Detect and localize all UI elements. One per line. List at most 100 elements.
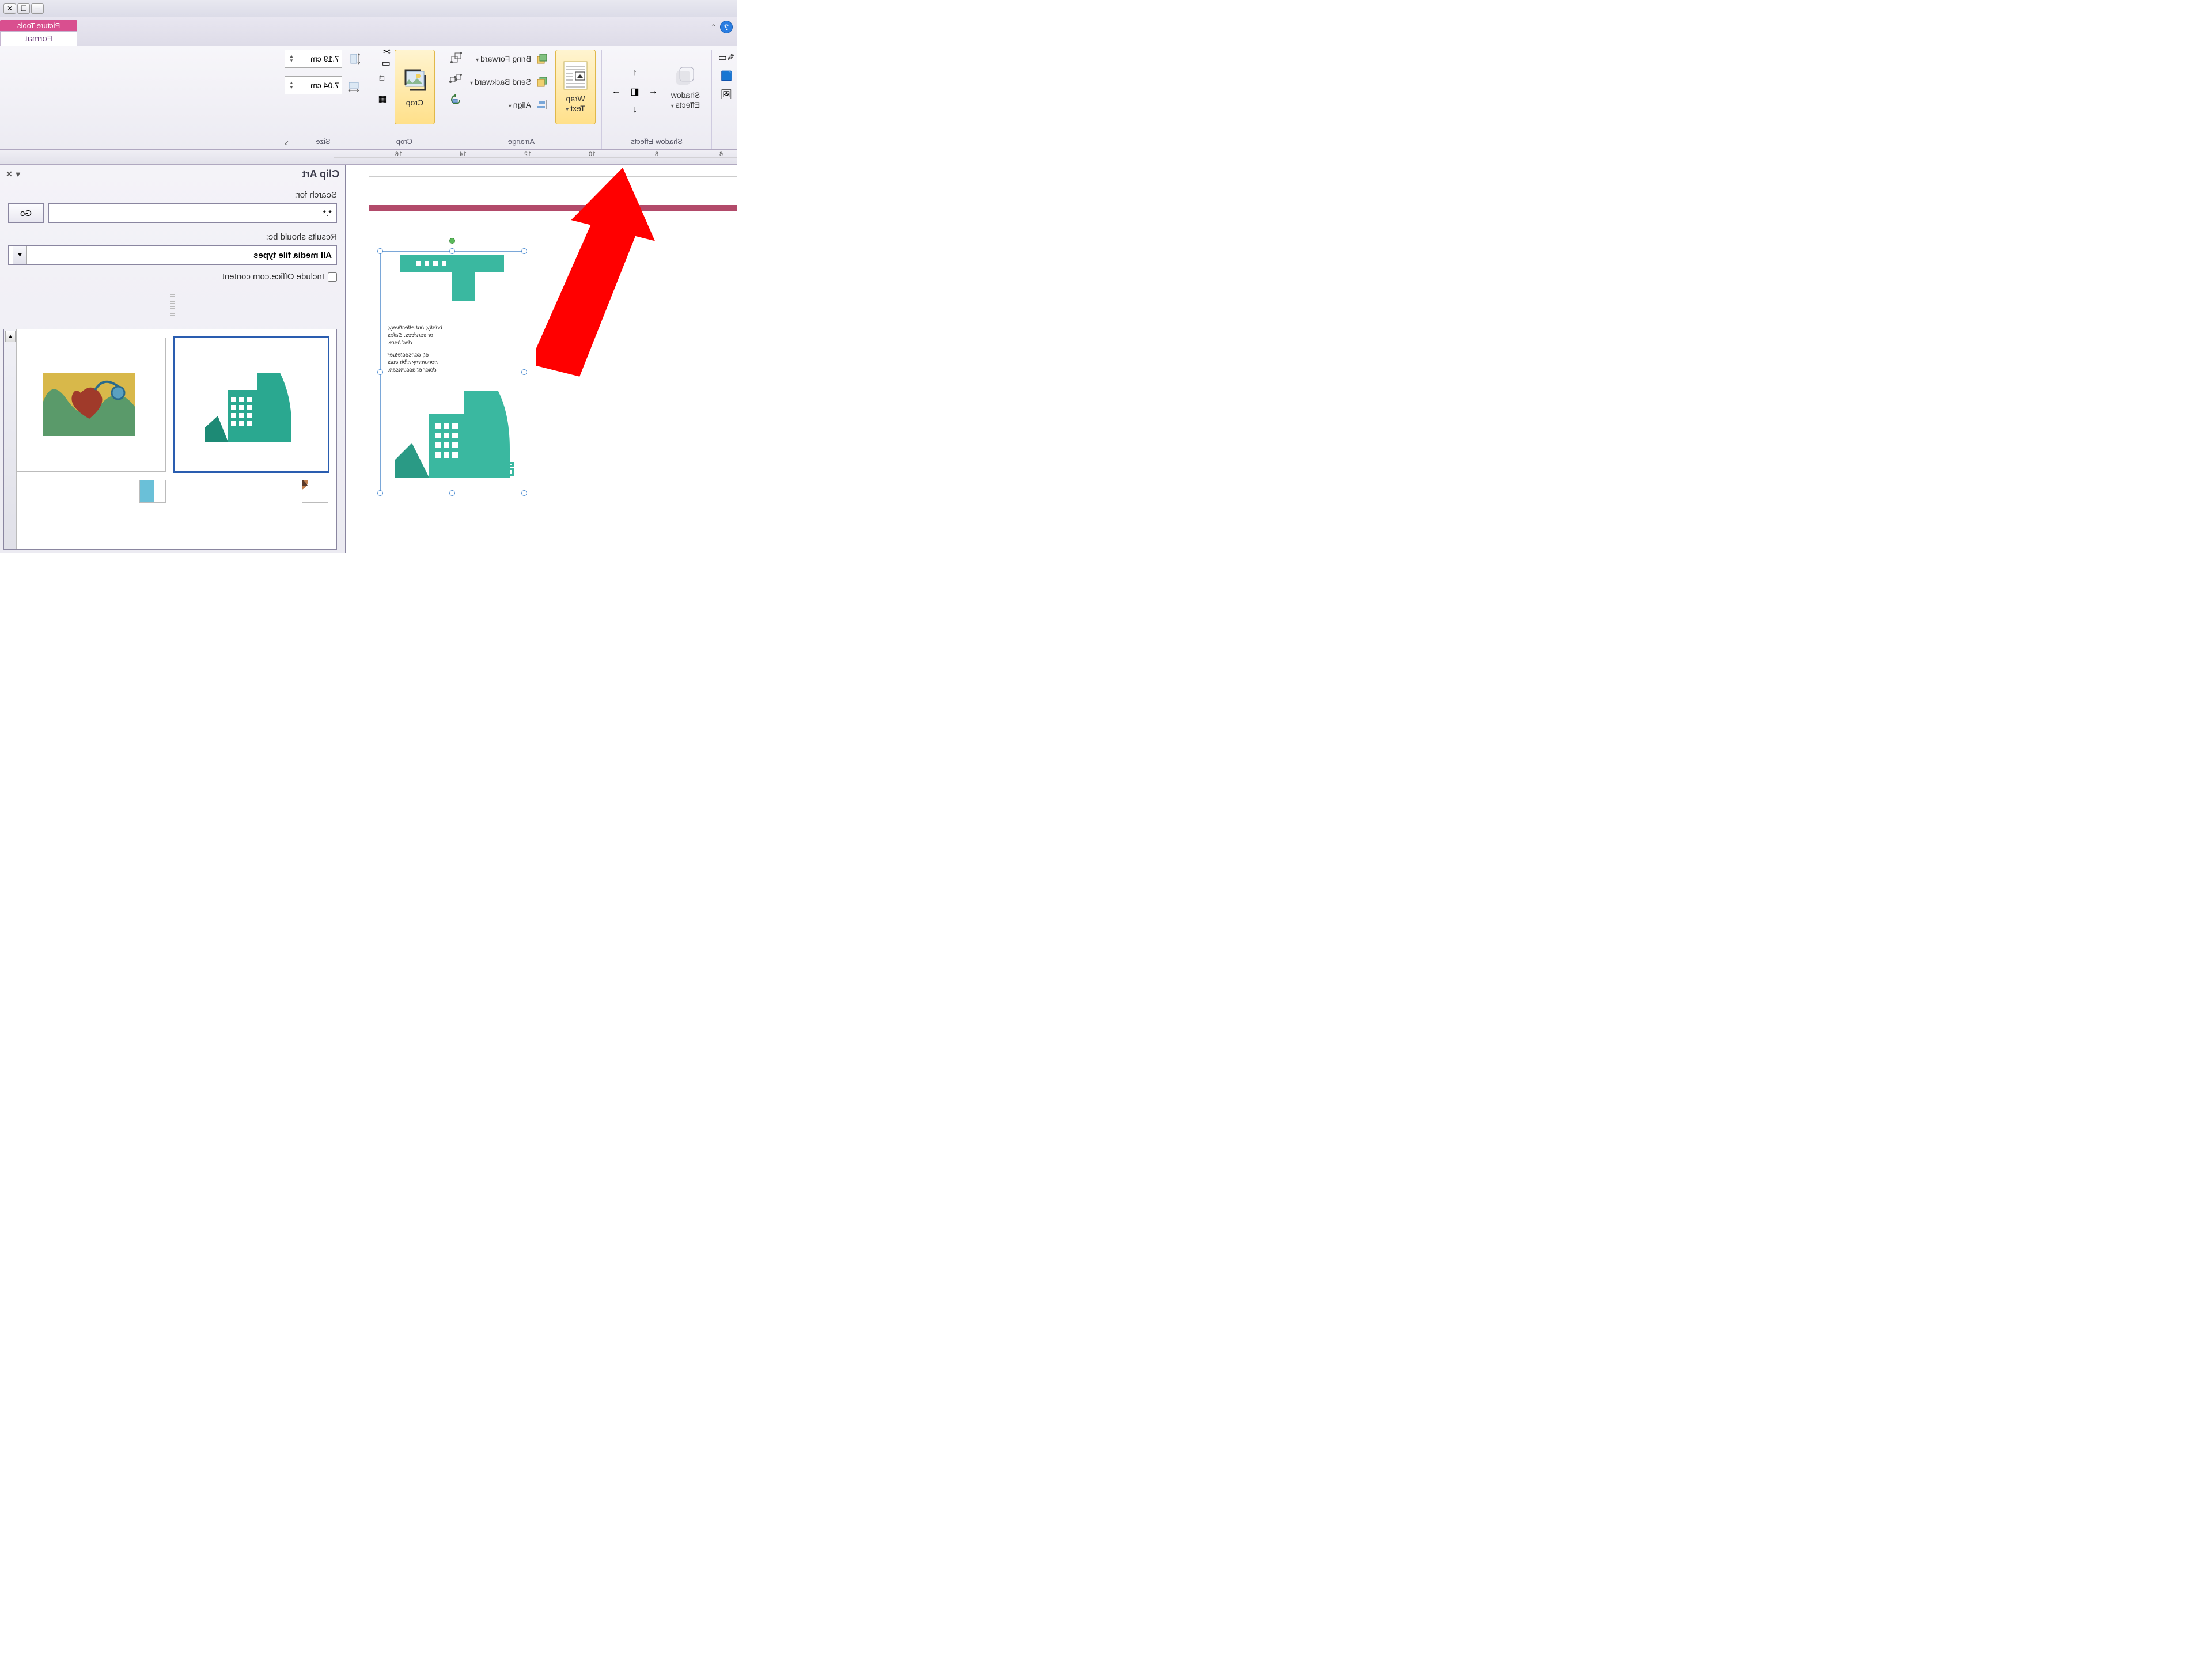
ribbon-group-crop: Crop ✂▭ ⧉ ▦ Crop [368, 50, 441, 149]
scroll-up-button[interactable]: ▲ [5, 331, 16, 342]
bring-forward-icon [533, 52, 550, 66]
ribbon-group-label: Size [285, 135, 362, 147]
shadow-nudge-right-button[interactable]: → [608, 84, 625, 100]
shadow-center-icon: ◧ [630, 86, 639, 97]
group-icon [449, 52, 462, 63]
page-accent-bar [369, 205, 737, 211]
crop-label: Crop [406, 98, 423, 108]
width-input[interactable]: 7.04 cm▲▼ [285, 76, 342, 94]
align-label: Align [509, 100, 531, 109]
height-icon [346, 52, 362, 66]
include-office-checkbox[interactable]: Include Office.com content [8, 272, 337, 282]
document-canvas[interactable]: briefly, but effectively, or services. S… [346, 165, 737, 553]
include-office-label: Include Office.com content [222, 272, 324, 282]
window-minimize-button[interactable]: ─ [31, 3, 44, 14]
clip-art-item[interactable] [302, 480, 328, 503]
clip-art-item[interactable] [140, 480, 166, 503]
brochure-text: briefly, but effectively, or services. S… [384, 324, 442, 374]
person-icon [302, 480, 328, 503]
align-icon [533, 98, 550, 112]
send-backward-label: Send Backward [470, 77, 531, 86]
results-should-be-label: Results should be: [8, 232, 337, 242]
taskpane-menu-icon[interactable]: ▾ [16, 169, 20, 179]
bring-forward-button[interactable]: Bring Forward [468, 50, 552, 68]
ribbon-group-arrange: Wrap Text Bring Forward Send Backward Al… [441, 50, 601, 149]
ungroup-button[interactable] [447, 70, 464, 86]
context-tab-group-title: Picture Tools [0, 20, 77, 31]
spin-down-icon[interactable]: ▼ [287, 59, 296, 63]
crop-button[interactable]: Crop [395, 50, 435, 124]
picture-reset-button[interactable]: 🖼 [718, 86, 735, 103]
rotate-handle[interactable] [449, 238, 455, 244]
help-icon[interactable]: ? [720, 21, 733, 33]
shadow-nudge-down-button[interactable]: ↓ [626, 102, 643, 118]
group-button[interactable] [447, 50, 464, 66]
clip-art-item[interactable] [12, 338, 166, 472]
arrow-right-icon: → [612, 86, 621, 97]
wrap-text-icon [563, 60, 588, 90]
window-titlebar: ─ ❐ ✕ [0, 0, 737, 17]
palette-icon: 🟦 [721, 70, 732, 82]
arrow-down-icon: ↓ [632, 105, 637, 115]
dialog-launcher-icon[interactable]: ↘ [281, 139, 289, 147]
ribbon-group-label: Arrange [447, 135, 596, 147]
wrap-text-button[interactable]: Wrap Text [555, 50, 596, 124]
clip-art-taskpane: Clip Art ▾ ✕ Search for: Go Results shou… [0, 165, 346, 553]
crop-fill-icon: ▦ [378, 93, 387, 105]
media-types-value: All media file types [253, 251, 332, 260]
shadow-toggle-button[interactable]: ◧ [626, 84, 643, 100]
send-backward-icon [533, 75, 550, 89]
width-icon [346, 78, 362, 92]
bring-forward-label: Bring Forward [476, 54, 531, 63]
brochure-building-icon [389, 380, 516, 483]
go-button[interactable]: Go [8, 203, 44, 223]
height-input[interactable]: 7.19 cm▲▼ [285, 50, 342, 68]
shadow-effects-button[interactable]: Shadow Effects [665, 50, 706, 124]
shadow-effects-label: Shadow Effects [671, 90, 700, 110]
height-value: 7.19 cm [310, 54, 339, 63]
clip-art-results: ▲ [3, 329, 337, 550]
ribbon-group-shadow-effects: Shadow Effects ↑ ← ◧ → ↓ Shadow Effects [601, 50, 711, 149]
ungroup-icon [449, 73, 462, 84]
window-restore-button[interactable]: ❐ [17, 3, 30, 14]
align-button[interactable]: Align [468, 96, 552, 114]
ribbon-group-label: Shadow Effects [608, 135, 706, 147]
rotate-icon [449, 93, 462, 105]
taskpane-close-icon[interactable]: ✕ [6, 169, 13, 179]
crop-aspect-button[interactable]: ⧉ [374, 70, 391, 86]
crop-shape-icon: ✂▭ [374, 46, 391, 69]
taskpane-title: Clip Art [302, 168, 339, 180]
selected-picture[interactable]: briefly, but effectively, or services. S… [380, 251, 524, 493]
ribbon: ✎▭ 🟦 🖼 Shadow Effects ↑ ← ◧ → ↓ Shadow E… [0, 46, 737, 150]
crop-icon [401, 67, 429, 94]
shadow-nudge-left-button[interactable]: ← [645, 84, 662, 100]
shadow-nudge-up-button[interactable]: ↑ [626, 65, 643, 81]
checkbox-input[interactable] [328, 272, 337, 282]
crop-fill-button[interactable]: ▦ [374, 91, 391, 107]
rotate-button[interactable] [447, 91, 464, 107]
picture-recolor-button[interactable]: 🟦 [718, 68, 735, 84]
crop-shape-button[interactable]: ✂▭ [374, 50, 391, 66]
brochure-building-top-icon [395, 255, 510, 324]
crop-aspect-icon: ⧉ [379, 73, 385, 84]
arrow-left-icon: ← [649, 86, 658, 97]
search-for-label: Search for: [8, 190, 337, 200]
pencil-icon: ✎▭ [718, 52, 735, 63]
picture-icon: 🖼 [721, 89, 732, 100]
media-types-select[interactable]: All media file types ▼ [8, 245, 337, 265]
annotation-arrow [536, 165, 662, 389]
picture-border-button[interactable]: ✎▭ [718, 50, 735, 66]
stethoscope-heart-icon [43, 373, 135, 436]
shadow-effects-icon [674, 64, 697, 87]
taskpane-grip[interactable] [171, 291, 175, 320]
send-backward-button[interactable]: Send Backward [468, 73, 552, 91]
spin-down-icon[interactable]: ▼ [287, 85, 296, 90]
tab-format[interactable]: Format [0, 31, 77, 46]
ribbon-collapse-icon[interactable]: ⌃ [711, 23, 717, 31]
wrap-text-label: Wrap Text [566, 94, 585, 113]
clip-art-item[interactable] [175, 338, 329, 472]
window-close-button[interactable]: ✕ [3, 3, 16, 14]
search-input[interactable] [48, 203, 337, 223]
hospital-building-icon [199, 361, 303, 448]
horizontal-ruler[interactable]: 6810121416 [0, 150, 737, 165]
